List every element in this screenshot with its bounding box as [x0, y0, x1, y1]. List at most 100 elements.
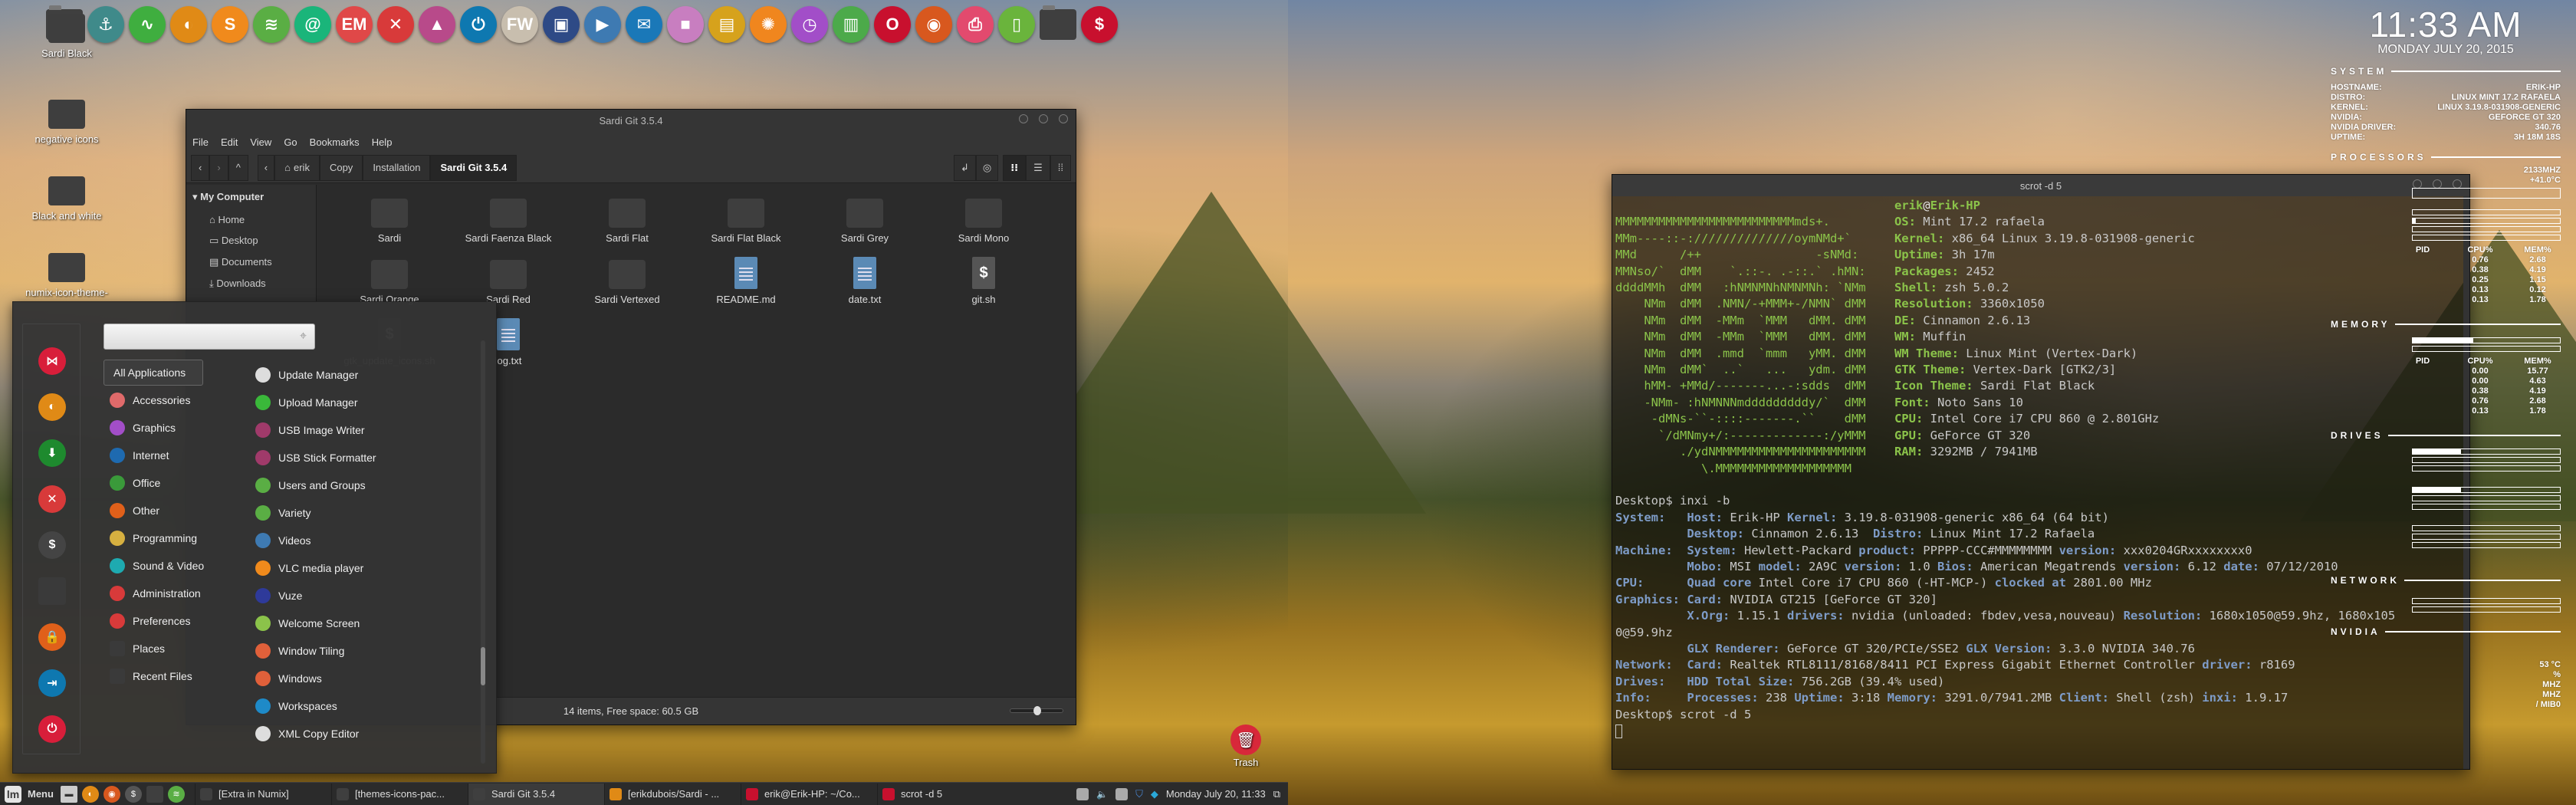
- sublime-icon[interactable]: S: [212, 6, 248, 43]
- sidebar-header[interactable]: ▾ My Computer: [186, 191, 316, 203]
- file-item[interactable]: README.md: [688, 255, 803, 317]
- menu-app-item[interactable]: Update Manager: [255, 363, 358, 386]
- sidebar-item-home[interactable]: ⌂ Home: [186, 209, 316, 230]
- up-button[interactable]: ^: [228, 154, 248, 181]
- breadcrumb-scroll-left[interactable]: ‹: [257, 154, 275, 181]
- logout-icon[interactable]: ⇥: [38, 669, 66, 697]
- power-icon[interactable]: ⏻: [38, 715, 66, 743]
- menu-app-item[interactable]: Vuze: [255, 584, 302, 607]
- workspace-icon[interactable]: [1076, 787, 1089, 800]
- menu-category[interactable]: Internet: [104, 442, 211, 468]
- thunderbird-icon[interactable]: ✉: [626, 6, 662, 43]
- menu-app-item[interactable]: Welcome Screen: [255, 612, 360, 635]
- menu-category[interactable]: Accessories: [104, 387, 211, 413]
- network-icon[interactable]: ◆: [1151, 788, 1158, 800]
- video-icon[interactable]: ▶: [584, 6, 621, 43]
- bowtie-app-icon[interactable]: ⋈: [38, 347, 66, 375]
- close-button[interactable]: [1059, 114, 1068, 123]
- menu-file[interactable]: File: [192, 136, 209, 148]
- folder-icon[interactable]: [1040, 5, 1076, 40]
- menu-scrollbar[interactable]: [481, 340, 485, 764]
- sidebar-item-documents[interactable]: ▤ Documents: [186, 251, 316, 273]
- menu-app-item[interactable]: Windows: [255, 667, 322, 690]
- file-item[interactable]: Sardi: [332, 194, 447, 255]
- menu-category[interactable]: Sound & Video: [104, 553, 211, 579]
- mixer-icon[interactable]: ⏻: [460, 6, 497, 43]
- menu-app-item[interactable]: USB Image Writer: [255, 419, 365, 442]
- lock-icon[interactable]: 🔒: [38, 623, 66, 651]
- list-view-button[interactable]: ☰: [1026, 154, 1050, 181]
- menu-app-item[interactable]: Variety: [255, 501, 311, 524]
- desktop-folder[interactable]: negative icons: [17, 97, 117, 145]
- window-titlebar[interactable]: Sardi Git 3.5.4: [186, 110, 1076, 131]
- taskbar-window-button[interactable]: erik@Erik-HP: ~/Co...: [740, 783, 877, 805]
- breadcrumb-copy[interactable]: Copy: [319, 154, 363, 181]
- menu-app-item[interactable]: Users and Groups: [255, 474, 366, 497]
- sidebar-item-downloads[interactable]: ⤓ Downloads: [186, 273, 316, 294]
- chrome-launcher-icon[interactable]: ◉: [103, 785, 120, 803]
- breadcrumb-installation[interactable]: Installation: [363, 154, 431, 181]
- opera-icon[interactable]: O: [874, 6, 911, 43]
- network-card-icon[interactable]: ▥: [833, 6, 869, 43]
- menu-category[interactable]: Other: [104, 498, 211, 524]
- file-item[interactable]: Sardi Mono: [926, 194, 1041, 255]
- locate-icon[interactable]: ◎: [975, 154, 999, 181]
- file-item[interactable]: Sardi Grey: [807, 194, 922, 255]
- chrome-icon[interactable]: ◉: [915, 6, 952, 43]
- book-icon[interactable]: ▯: [998, 6, 1035, 43]
- backup-icon[interactable]: ◷: [791, 6, 828, 43]
- show-desktop-icon[interactable]: ▬: [60, 785, 77, 803]
- download-icon[interactable]: ⬇: [38, 439, 66, 467]
- desktop-trash[interactable]: 🗑 Trash: [1211, 724, 1280, 768]
- spotify-icon[interactable]: ≋: [253, 6, 290, 43]
- menu-bookmarks[interactable]: Bookmarks: [310, 136, 360, 148]
- email-icon[interactable]: @: [294, 6, 331, 43]
- menu-search-input[interactable]: ⌖: [104, 324, 315, 350]
- menu-button[interactable]: lm Menu: [0, 785, 58, 803]
- menu-go[interactable]: Go: [284, 136, 297, 148]
- menu-category[interactable]: Programming: [104, 525, 211, 551]
- compact-view-button[interactable]: ⁞⁞: [1050, 154, 1071, 181]
- menu-view[interactable]: View: [250, 136, 271, 148]
- menu-category[interactable]: Preferences: [104, 608, 211, 634]
- scrollbar-thumb[interactable]: [481, 647, 485, 685]
- maximize-button[interactable]: [1039, 114, 1048, 123]
- forward-button[interactable]: ›: [209, 154, 228, 181]
- camera-icon[interactable]: ■: [667, 6, 704, 43]
- menu-help[interactable]: Help: [372, 136, 393, 148]
- back-button[interactable]: ‹: [191, 154, 210, 181]
- file-item[interactable]: Sardi Vertexed: [570, 255, 685, 317]
- menu-category[interactable]: Places: [104, 636, 211, 662]
- em-icon[interactable]: EM: [336, 6, 373, 43]
- menu-category[interactable]: All Applications: [104, 360, 203, 386]
- terminal-launcher-icon[interactable]: $: [124, 785, 142, 803]
- display-icon[interactable]: [1116, 787, 1129, 800]
- sidebar-item-desktop[interactable]: ▭ Desktop: [186, 230, 316, 251]
- menu-category[interactable]: Graphics: [104, 415, 211, 441]
- tools-icon[interactable]: ✕: [377, 6, 414, 43]
- ruler-icon[interactable]: ▤: [708, 6, 745, 43]
- file-item[interactable]: Sardi Faenza Black: [451, 194, 566, 255]
- taskbar-window-button[interactable]: Sardi Git 3.5.4: [467, 783, 604, 805]
- icon-view-button[interactable]: ⁝⁝: [1003, 154, 1027, 181]
- aperture-icon[interactable]: ✺: [750, 6, 787, 43]
- menu-app-item[interactable]: Workspaces: [255, 695, 337, 718]
- files-launcher-icon[interactable]: [146, 785, 163, 803]
- image-viewer-icon[interactable]: ▣: [543, 6, 580, 43]
- tools-icon[interactable]: ✕: [38, 485, 66, 513]
- breadcrumb-current[interactable]: Sardi Git 3.5.4: [430, 154, 518, 181]
- menu-category[interactable]: Office: [104, 470, 211, 496]
- menu-app-item[interactable]: VLC media player: [255, 557, 363, 580]
- file-item[interactable]: Sardi Flat Black: [688, 194, 803, 255]
- menu-app-item[interactable]: Videos: [255, 529, 311, 552]
- menu-edit[interactable]: Edit: [221, 136, 238, 148]
- firefox-icon[interactable]: ◐: [170, 6, 207, 43]
- show-windows-icon[interactable]: ⧉: [1273, 788, 1280, 800]
- menu-category[interactable]: Recent Files: [104, 663, 211, 689]
- fw-icon[interactable]: FW: [501, 6, 538, 43]
- menu-app-item[interactable]: USB Stick Formatter: [255, 446, 376, 469]
- inkscape-icon[interactable]: ▲: [419, 6, 455, 43]
- taskbar-window-button[interactable]: [Extra in Numix]: [194, 783, 331, 805]
- desktop-folder[interactable]: numix-icon-theme-: [17, 250, 117, 298]
- volume-icon[interactable]: 🔈: [1096, 789, 1108, 800]
